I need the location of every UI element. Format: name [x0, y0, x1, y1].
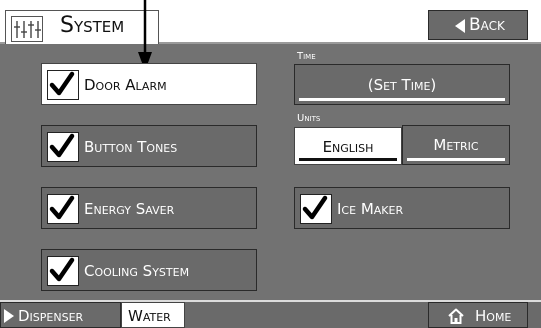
time-section-label: Time: [297, 51, 316, 62]
home-button[interactable]: Home: [428, 302, 528, 328]
units-english-underline: [299, 158, 397, 161]
checkmark-icon: [49, 71, 75, 96]
units-metric-underline: [407, 158, 505, 161]
checkmark-icon: [302, 195, 328, 220]
set-time-label: (Set Time): [367, 76, 437, 94]
home-label: Home: [475, 307, 512, 325]
button-tones-checkbox: [47, 132, 79, 162]
toggle-label: Energy Saver: [84, 200, 175, 218]
set-time-underline: [299, 98, 505, 101]
toggle-label: Cooling System: [84, 262, 190, 280]
toggle-ice-maker[interactable]: Ice Maker: [294, 187, 510, 229]
sliders-icon: [11, 16, 43, 42]
checkmark-icon: [49, 257, 75, 282]
water-label: Water: [128, 307, 171, 325]
page-title: System: [60, 13, 125, 38]
units-english-button[interactable]: English: [294, 127, 402, 165]
toggle-energy-saver[interactable]: Energy Saver: [41, 187, 257, 229]
units-section-label: Units: [297, 113, 321, 124]
toggle-label: Door Alarm: [84, 76, 167, 94]
toggle-label: Button Tones: [84, 138, 178, 156]
set-time-button[interactable]: (Set Time): [294, 64, 510, 105]
toggle-label: Ice Maker: [337, 200, 404, 218]
units-metric-button[interactable]: Metric: [402, 125, 510, 165]
units-english-label: English: [322, 138, 374, 156]
energy-saver-checkbox: [47, 194, 79, 224]
back-label: Back: [469, 15, 505, 35]
cooling-system-checkbox: [47, 256, 79, 286]
checkmark-icon: [49, 195, 75, 220]
right-triangle-icon: [4, 309, 14, 323]
toggle-door-alarm[interactable]: Door Alarm: [41, 63, 257, 105]
units-metric-label: Metric: [433, 136, 479, 154]
toggle-cooling-system[interactable]: Cooling System: [41, 249, 257, 291]
checkmark-icon: [49, 133, 75, 158]
back-button[interactable]: Back: [428, 10, 528, 40]
dispenser-button[interactable]: Dispenser: [0, 302, 121, 328]
ice-maker-checkbox: [300, 194, 332, 224]
left-triangle-icon: [455, 19, 465, 33]
toggle-button-tones[interactable]: Button Tones: [41, 125, 257, 167]
dispenser-label: Dispenser: [18, 307, 84, 325]
home-icon: [448, 308, 464, 324]
water-button[interactable]: Water: [121, 302, 185, 328]
down-arrow-callout: [138, 0, 152, 71]
door-alarm-checkbox: [47, 70, 79, 100]
